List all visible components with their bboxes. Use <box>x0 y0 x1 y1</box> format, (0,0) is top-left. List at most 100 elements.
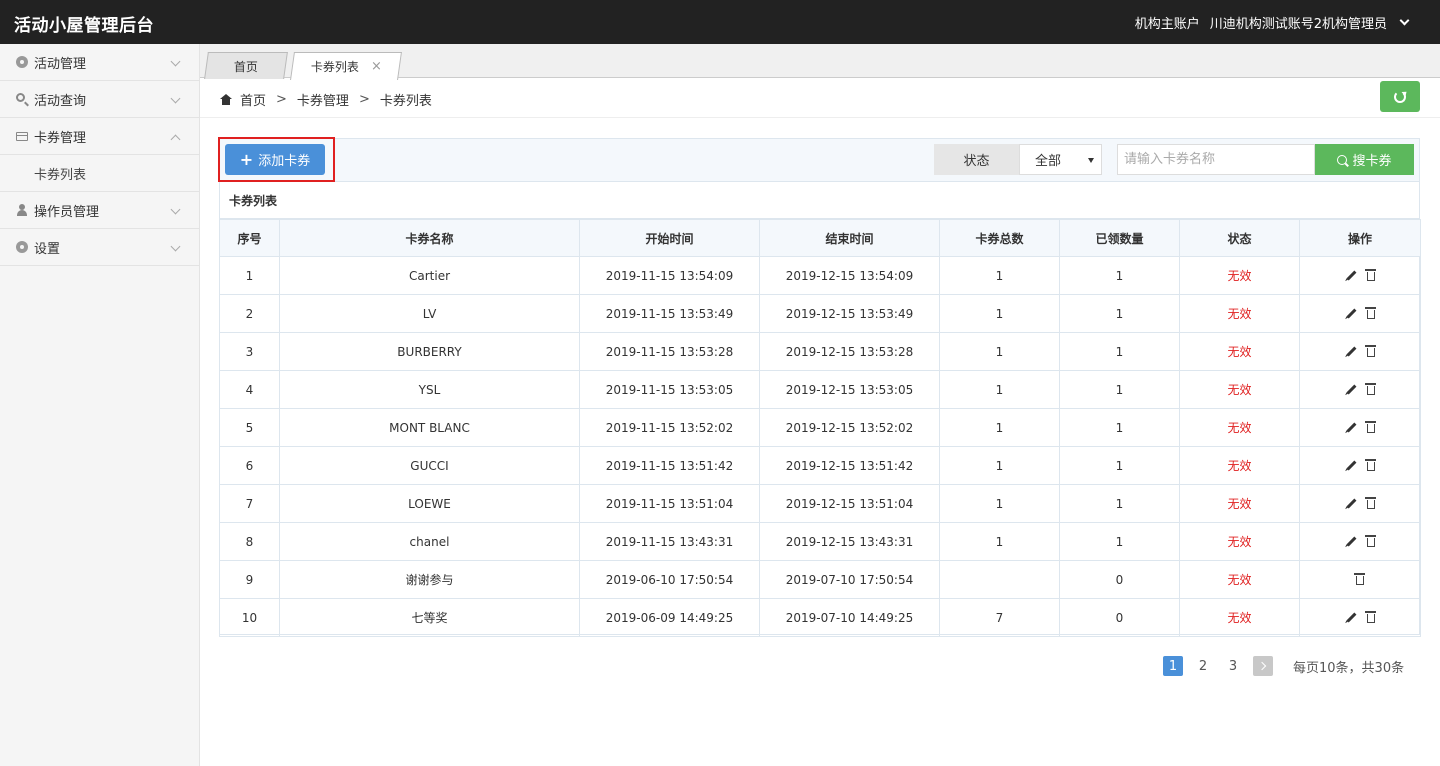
coupon-total: 7 <box>939 598 1060 637</box>
start-time: 2019-11-15 13:51:42 <box>579 446 760 485</box>
edit-icon[interactable] <box>1346 346 1356 357</box>
claimed-count: 1 <box>1059 408 1180 447</box>
breadcrumb: 首页 > 卡券管理 > 卡券列表 <box>220 90 432 109</box>
coupon-name: chanel <box>279 522 580 561</box>
pagination-summary: 每页10条，共30条 <box>1293 660 1405 676</box>
coupon-name: LOEWE <box>279 484 580 523</box>
operations-cell <box>1299 370 1421 409</box>
sidebar-item-activity-management[interactable]: 活动管理 <box>0 44 199 81</box>
sidebar-item-label: 设置 <box>34 241 61 257</box>
caret-down-icon <box>1088 158 1094 163</box>
breadcrumb-coupon-management[interactable]: 卡券管理 <box>297 90 349 109</box>
coupon-total: 1 <box>939 484 1060 523</box>
row-index: 7 <box>219 484 280 523</box>
sidebar-subitem-coupon-list[interactable]: 卡券列表 <box>0 155 199 192</box>
refresh-icon <box>1394 90 1406 103</box>
end-time: 2019-07-10 17:50:54 <box>759 560 940 599</box>
edit-icon[interactable] <box>1346 498 1356 509</box>
chevron-right-icon <box>1257 661 1267 671</box>
edit-icon[interactable] <box>1346 536 1356 547</box>
card-icon <box>16 130 29 143</box>
status-cell: 无效 <box>1179 370 1300 409</box>
table-body: 1 Cartier 2019-11-15 13:54:09 2019-12-15 13… <box>219 256 1421 637</box>
user-name[interactable]: 川迪机构测试账号2机构管理员 <box>1210 13 1387 32</box>
next-page-button[interactable] <box>1253 656 1273 676</box>
coupon-total: 1 <box>939 408 1060 447</box>
claimed-count: 1 <box>1059 256 1180 295</box>
coupon-name: MONT BLANC <box>279 408 580 447</box>
operations-cell <box>1299 484 1421 523</box>
pagination: 1 2 3 每页10条，共30条 <box>1163 656 1404 676</box>
sidebar-item-coupon-management[interactable]: 卡券管理 <box>0 118 199 155</box>
status-cell: 无效 <box>1179 256 1300 295</box>
top-bar: 活动小屋管理后台 机构主账户 川迪机构测试账号2机构管理员 <box>0 0 1440 44</box>
sidebar: 活动管理 活动查询 卡券管理 卡券列表 操作员管理 设置 <box>0 44 200 766</box>
page-3[interactable]: 3 <box>1223 656 1243 676</box>
delete-icon[interactable] <box>1364 535 1376 547</box>
table-row: 7 LOEWE 2019-11-15 13:51:04 2019-12-15 13:5… <box>219 484 1421 523</box>
coupon-total: 1 <box>939 522 1060 561</box>
status-select-value: 全部 <box>1035 154 1062 169</box>
delete-icon[interactable] <box>1364 611 1376 623</box>
refresh-button[interactable] <box>1380 81 1420 112</box>
tab-coupon-list[interactable]: 卡券列表 × <box>290 52 402 80</box>
edit-icon[interactable] <box>1346 384 1356 395</box>
claimed-count: 1 <box>1059 332 1180 371</box>
table-row: 1 Cartier 2019-11-15 13:54:09 2019-12-15 13… <box>219 256 1421 295</box>
delete-icon[interactable] <box>1364 421 1376 433</box>
chevron-down-icon[interactable] <box>1399 15 1410 26</box>
start-time: 2019-11-15 13:51:04 <box>579 484 760 523</box>
breadcrumb-coupon-list: 卡券列表 <box>379 94 432 109</box>
delete-icon[interactable] <box>1364 269 1376 281</box>
tab-home[interactable]: 首页 <box>204 52 288 79</box>
operations-cell <box>1299 332 1421 371</box>
account-menu[interactable]: 机构主账户 川迪机构测试账号2机构管理员 <box>1135 13 1410 32</box>
delete-icon[interactable] <box>1354 573 1365 585</box>
delete-icon[interactable] <box>1364 497 1376 509</box>
delete-icon[interactable] <box>1364 383 1376 395</box>
delete-icon[interactable] <box>1364 459 1376 471</box>
row-index: 6 <box>219 446 280 485</box>
edit-icon[interactable] <box>1346 308 1356 319</box>
toolbar: + 添加卡券 状态 全部 搜卡券 <box>218 137 1419 182</box>
add-coupon-button[interactable]: + 添加卡券 <box>225 144 325 175</box>
home-icon <box>220 94 232 105</box>
sidebar-item-operator-management[interactable]: 操作员管理 <box>0 192 199 229</box>
coupon-total: 1 <box>939 446 1060 485</box>
coupon-panel: + 添加卡券 状态 全部 搜卡券 卡券列表 序号 卡券名称 开始时间 结束时间 <box>218 137 1421 637</box>
end-time: 2019-12-15 13:54:09 <box>759 256 940 295</box>
search-coupon-button[interactable]: 搜卡券 <box>1315 144 1414 175</box>
sidebar-item-label: 活动管理 <box>34 56 87 72</box>
page-2[interactable]: 2 <box>1193 656 1213 676</box>
breadcrumb-home[interactable]: 首页 <box>240 90 266 109</box>
claimed-count: 1 <box>1059 484 1180 523</box>
end-time: 2019-12-15 13:51:42 <box>759 446 940 485</box>
search-icon <box>16 92 29 106</box>
delete-icon[interactable] <box>1364 345 1376 357</box>
chevron-down-icon <box>170 56 181 67</box>
edit-icon[interactable] <box>1346 422 1356 433</box>
status-cell: 无效 <box>1179 294 1300 333</box>
status-select[interactable]: 全部 <box>1019 144 1102 175</box>
coupon-search-input[interactable] <box>1117 144 1315 175</box>
edit-icon[interactable] <box>1346 460 1356 471</box>
claimed-count: 1 <box>1059 446 1180 485</box>
coupon-total: 1 <box>939 294 1060 333</box>
end-time: 2019-12-15 13:43:31 <box>759 522 940 561</box>
column-header: 操作 <box>1299 219 1421 257</box>
sidebar-item-settings[interactable]: 设置 <box>0 229 199 266</box>
sidebar-item-activity-query[interactable]: 活动查询 <box>0 81 199 118</box>
start-time: 2019-11-15 13:43:31 <box>579 522 760 561</box>
coupon-name: LV <box>279 294 580 333</box>
coupon-name: 七等奖 <box>279 598 580 637</box>
chevron-down-icon <box>170 204 181 215</box>
chevron-up-icon <box>170 134 181 145</box>
add-coupon-label: 添加卡券 <box>258 154 311 169</box>
delete-icon[interactable] <box>1364 307 1376 319</box>
page-1[interactable]: 1 <box>1163 656 1183 676</box>
edit-icon[interactable] <box>1346 612 1356 623</box>
edit-icon[interactable] <box>1346 270 1356 281</box>
search-icon <box>1337 154 1348 165</box>
close-icon[interactable]: × <box>370 59 381 74</box>
coupon-name: 谢谢参与 <box>279 560 580 599</box>
